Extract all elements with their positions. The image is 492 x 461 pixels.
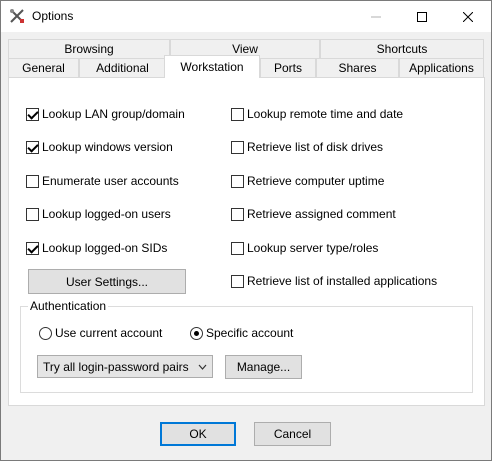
maximize-button[interactable]	[399, 1, 445, 32]
checkbox-lookup-server-type[interactable]: Lookup server type/roles	[231, 241, 378, 255]
tab-shares[interactable]: Shares	[316, 58, 399, 77]
button-label: User Settings...	[65, 274, 149, 289]
tab-ports[interactable]: Ports	[260, 58, 316, 77]
title-bar[interactable]: Options	[1, 1, 491, 32]
tab-label: Workstation	[180, 60, 244, 74]
tab-browsing[interactable]: Browsing	[8, 39, 170, 58]
checkbox-label: Lookup remote time and date	[247, 107, 404, 121]
tools-icon	[10, 9, 24, 23]
checkbox-lookup-lan-group[interactable]: Lookup LAN group/domain	[26, 107, 185, 121]
maximize-icon	[417, 11, 427, 22]
dropdown-value: Try all login-password pairs	[43, 359, 189, 374]
authentication-group-label: Authentication	[28, 299, 109, 313]
tab-label: Ports	[273, 61, 302, 75]
button-label: Manage...	[236, 360, 291, 374]
cancel-button[interactable]: Cancel	[254, 422, 331, 446]
chevron-down-icon	[198, 364, 207, 370]
options-window: Options Browsing View Shortcuts General …	[0, 0, 492, 461]
checkbox-icon	[231, 241, 244, 255]
checkbox-lookup-logged-on-sids[interactable]: Lookup logged-on SIDs	[26, 241, 167, 255]
close-button[interactable]	[445, 1, 491, 32]
tab-applications[interactable]: Applications	[399, 58, 484, 77]
tab-label: Shares	[338, 61, 377, 75]
checkbox-enumerate-user-accounts[interactable]: Enumerate user accounts	[26, 174, 179, 188]
minimize-icon	[371, 16, 381, 17]
checkbox-icon	[26, 174, 39, 188]
checkbox-lookup-logged-on-users[interactable]: Lookup logged-on users	[26, 207, 171, 221]
checkbox-lookup-remote-time[interactable]: Lookup remote time and date	[231, 107, 403, 121]
checkbox-label: Retrieve assigned comment	[247, 207, 396, 221]
checkbox-label: Retrieve list of disk drives	[247, 140, 384, 154]
close-icon	[463, 11, 473, 22]
tab-label: Browsing	[64, 42, 114, 56]
tab-label: View	[232, 42, 258, 56]
checkbox-label: Lookup windows version	[42, 140, 173, 154]
radio-label: Use current account	[55, 326, 163, 340]
checkbox-label: Retrieve list of installed applications	[247, 274, 438, 288]
radio-use-current-account[interactable]: Use current account	[39, 326, 162, 340]
tab-additional[interactable]: Additional	[79, 58, 166, 77]
checkbox-label: Lookup LAN group/domain	[42, 107, 185, 121]
user-settings-button[interactable]: User Settings...	[28, 269, 186, 294]
radio-specific-account[interactable]: Specific account	[190, 326, 293, 340]
checkbox-label: Lookup logged-on users	[42, 207, 171, 221]
tab-general[interactable]: General	[8, 58, 79, 77]
checkbox-icon	[231, 107, 244, 121]
radio-label: Specific account	[206, 326, 294, 340]
checkbox-label: Retrieve computer uptime	[247, 174, 385, 188]
checkbox-icon	[26, 140, 39, 154]
window-title: Options	[32, 9, 74, 23]
checkbox-icon	[231, 274, 244, 288]
checkbox-label: Enumerate user accounts	[42, 174, 179, 188]
button-label: Cancel	[273, 427, 312, 441]
checkbox-retrieve-uptime[interactable]: Retrieve computer uptime	[231, 174, 384, 188]
radio-icon	[190, 326, 203, 340]
manage-button[interactable]: Manage...	[225, 355, 302, 379]
checkbox-lookup-windows-version[interactable]: Lookup windows version	[26, 140, 173, 154]
ok-button[interactable]: OK	[160, 422, 236, 446]
checkbox-retrieve-comment[interactable]: Retrieve assigned comment	[231, 207, 396, 221]
tab-label: Shortcuts	[376, 42, 428, 56]
minimize-button[interactable]	[353, 1, 399, 32]
tab-label: Additional	[96, 61, 149, 75]
checkbox-retrieve-installed-apps[interactable]: Retrieve list of installed applications	[231, 274, 437, 288]
tab-workstation[interactable]: Workstation	[164, 55, 260, 78]
tab-label: General	[22, 61, 65, 75]
checkbox-icon	[231, 140, 244, 154]
login-mode-dropdown[interactable]: Try all login-password pairs	[37, 355, 213, 378]
checkbox-icon	[26, 241, 39, 255]
checkbox-retrieve-disk-drives[interactable]: Retrieve list of disk drives	[231, 140, 383, 154]
tab-label: Applications	[409, 61, 474, 75]
button-label: OK	[189, 427, 207, 441]
checkbox-label: Lookup logged-on SIDs	[42, 241, 168, 255]
tab-shortcuts[interactable]: Shortcuts	[320, 39, 484, 58]
checkbox-icon	[231, 207, 244, 221]
radio-icon	[39, 326, 52, 340]
checkbox-icon	[231, 174, 244, 188]
authentication-group	[20, 306, 473, 393]
checkbox-icon	[26, 207, 39, 221]
checkbox-label: Lookup server type/roles	[247, 241, 379, 255]
checkbox-icon	[26, 107, 39, 121]
